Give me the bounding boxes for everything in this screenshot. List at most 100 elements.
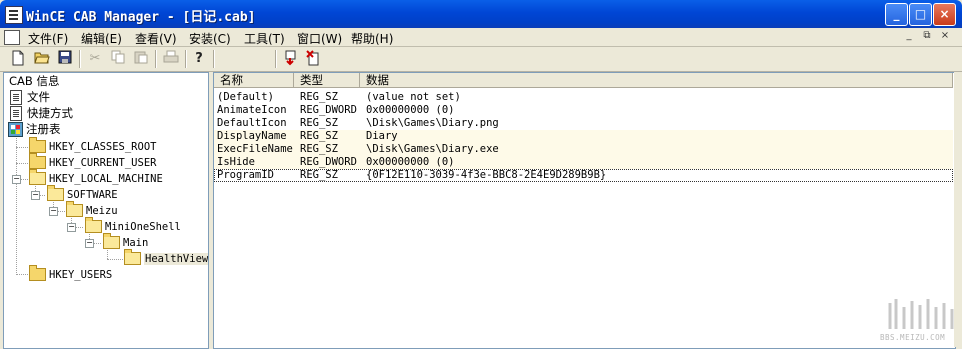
- minimize-button[interactable]: _: [885, 3, 908, 26]
- help-icon[interactable]: ?: [190, 50, 208, 68]
- folder-open-icon: [85, 216, 102, 233]
- folder-icon: [29, 152, 46, 169]
- collapse-icon[interactable]: −: [85, 239, 94, 248]
- value-data: Diary: [366, 130, 398, 142]
- value-type: REG_SZ: [300, 169, 338, 181]
- tree-node-shortcuts[interactable]: 快捷方式: [10, 105, 73, 121]
- toolbar-separator: [79, 50, 81, 68]
- close-button[interactable]: ×: [933, 3, 956, 26]
- list-row[interactable]: ExecFileName REG_SZ \Disk\Games\Diary.ex…: [214, 143, 953, 156]
- collapse-icon[interactable]: −: [49, 207, 58, 216]
- mdi-minimize-button[interactable]: _: [903, 30, 915, 42]
- registry-icon: [8, 121, 23, 137]
- delete-icon[interactable]: [304, 50, 322, 68]
- file-icon: [10, 89, 22, 105]
- tree-node-registry[interactable]: 注册表: [8, 121, 61, 137]
- copy-icon[interactable]: [109, 50, 127, 68]
- value-data: (value not set): [366, 91, 461, 103]
- menu-window[interactable]: 窗口(W): [297, 30, 342, 47]
- folder-open-icon: [66, 200, 83, 217]
- paste-icon[interactable]: [132, 50, 150, 68]
- value-data: {0F12E110-3039-4f3e-BBC8-2E4E9D289B9B}: [366, 169, 607, 181]
- tree-node-label: HKEY_CURRENT_USER: [49, 157, 157, 169]
- value-type: REG_SZ: [300, 143, 338, 155]
- registry-values-list[interactable]: 名称 类型 数据 (Default) REG_SZ (value not set…: [213, 72, 956, 349]
- value-name: AnimateIcon: [217, 104, 287, 116]
- list-row[interactable]: IsHide REG_DWORD 0x00000000 (0): [214, 156, 953, 169]
- collapse-icon[interactable]: −: [12, 175, 21, 184]
- value-data: \Disk\Games\Diary.png: [366, 117, 499, 129]
- tree-node-hkey-users[interactable]: HKEY_USERS: [29, 264, 113, 282]
- tree-node-label: 文件: [27, 90, 50, 104]
- tree-node-label: 快捷方式: [27, 106, 73, 120]
- menu-help[interactable]: 帮助(H): [351, 30, 393, 47]
- value-data: 0x00000000 (0): [366, 156, 455, 168]
- tree-node-healthview[interactable]: HealthView: [124, 248, 209, 266]
- menu-file[interactable]: 文件(F): [28, 30, 68, 47]
- list-row[interactable]: AnimateIcon REG_DWORD 0x00000000 (0): [214, 104, 953, 117]
- column-header-type[interactable]: 类型: [294, 73, 360, 88]
- folder-open-icon: [124, 248, 141, 265]
- tree-node-label: SOFTWARE: [67, 189, 118, 201]
- print-icon[interactable]: [162, 50, 180, 68]
- toolbar-separator: [185, 50, 187, 68]
- maximize-button[interactable]: □: [909, 3, 932, 26]
- tree-line: [16, 163, 28, 164]
- list-row[interactable]: DisplayName REG_SZ Diary: [214, 130, 953, 143]
- tree-node-hkey-current-user[interactable]: HKEY_CURRENT_USER: [29, 152, 157, 170]
- value-name: IsHide: [217, 156, 255, 168]
- tree-node-files[interactable]: 文件: [10, 89, 50, 105]
- insert-icon[interactable]: [282, 50, 300, 68]
- tree-line: [107, 259, 123, 260]
- list-row[interactable]: DefaultIcon REG_SZ \Disk\Games\Diary.png: [214, 117, 953, 130]
- pane-splitter[interactable]: [209, 72, 212, 347]
- collapse-icon[interactable]: −: [31, 191, 40, 200]
- tree-line: [16, 147, 28, 148]
- tree-node-label: HKEY_USERS: [49, 269, 113, 281]
- column-header-name[interactable]: 名称: [214, 73, 294, 88]
- tree-node-hkey-classes-root[interactable]: HKEY_CLASSES_ROOT: [29, 136, 157, 154]
- value-type: REG_DWORD: [300, 156, 357, 168]
- toolbar: ✂ ?: [0, 47, 962, 72]
- tree-node-label: HKEY_CLASSES_ROOT: [49, 141, 157, 153]
- menu-install[interactable]: 安装(C): [189, 30, 231, 47]
- folder-open-icon: [47, 184, 64, 201]
- new-file-icon[interactable]: [9, 50, 27, 68]
- folder-icon: [29, 136, 46, 153]
- value-type: REG_DWORD: [300, 104, 357, 116]
- value-data: \Disk\Games\Diary.exe: [366, 143, 499, 155]
- app-icon[interactable]: [5, 6, 23, 24]
- tree-node-minioneshell[interactable]: MiniOneShell: [85, 216, 181, 234]
- mdi-restore-button[interactable]: ⧉: [921, 30, 933, 42]
- value-type: REG_SZ: [300, 130, 338, 142]
- mdi-close-button[interactable]: ×: [939, 30, 951, 42]
- value-name: DefaultIcon: [217, 117, 287, 129]
- toolbar-separator: [275, 50, 277, 68]
- menu-tools[interactable]: 工具(T): [244, 30, 285, 47]
- value-name: ProgramID: [217, 169, 274, 181]
- list-row[interactable]: (Default) REG_SZ (value not set): [214, 91, 953, 104]
- tree-node-software[interactable]: SOFTWARE: [47, 184, 118, 202]
- value-name: ExecFileName: [217, 143, 293, 155]
- tree-node-label: HealthView: [144, 253, 209, 265]
- collapse-icon[interactable]: −: [67, 223, 76, 232]
- open-folder-icon[interactable]: [33, 50, 51, 68]
- document-menu-icon[interactable]: [4, 30, 20, 45]
- shortcut-icon: [10, 105, 22, 121]
- tree-line: [107, 250, 108, 259]
- tree-node-cab-info[interactable]: CAB 信息: [9, 74, 59, 88]
- window-title: WinCE CAB Manager - [日记.cab]: [26, 10, 256, 25]
- cut-icon[interactable]: ✂: [86, 50, 104, 68]
- save-icon[interactable]: [56, 50, 74, 68]
- value-type: REG_SZ: [300, 117, 338, 129]
- tree-line: [16, 135, 17, 275]
- watermark-text: BBS.MEIZU.COM: [880, 333, 946, 342]
- tree-node-label: Meizu: [86, 205, 118, 217]
- column-header-data[interactable]: 数据: [360, 73, 953, 88]
- menu-edit[interactable]: 编辑(E): [81, 30, 122, 47]
- tree-view[interactable]: CAB 信息 文件 快捷方式 注册表 HKEY_CLASSES_ROOT HKE…: [3, 72, 209, 349]
- list-row-selected[interactable]: ProgramID REG_SZ {0F12E110-3039-4f3e-BBC…: [214, 169, 953, 182]
- value-name: DisplayName: [217, 130, 287, 142]
- menu-view[interactable]: 查看(V): [135, 30, 177, 47]
- folder-open-icon: [29, 168, 46, 185]
